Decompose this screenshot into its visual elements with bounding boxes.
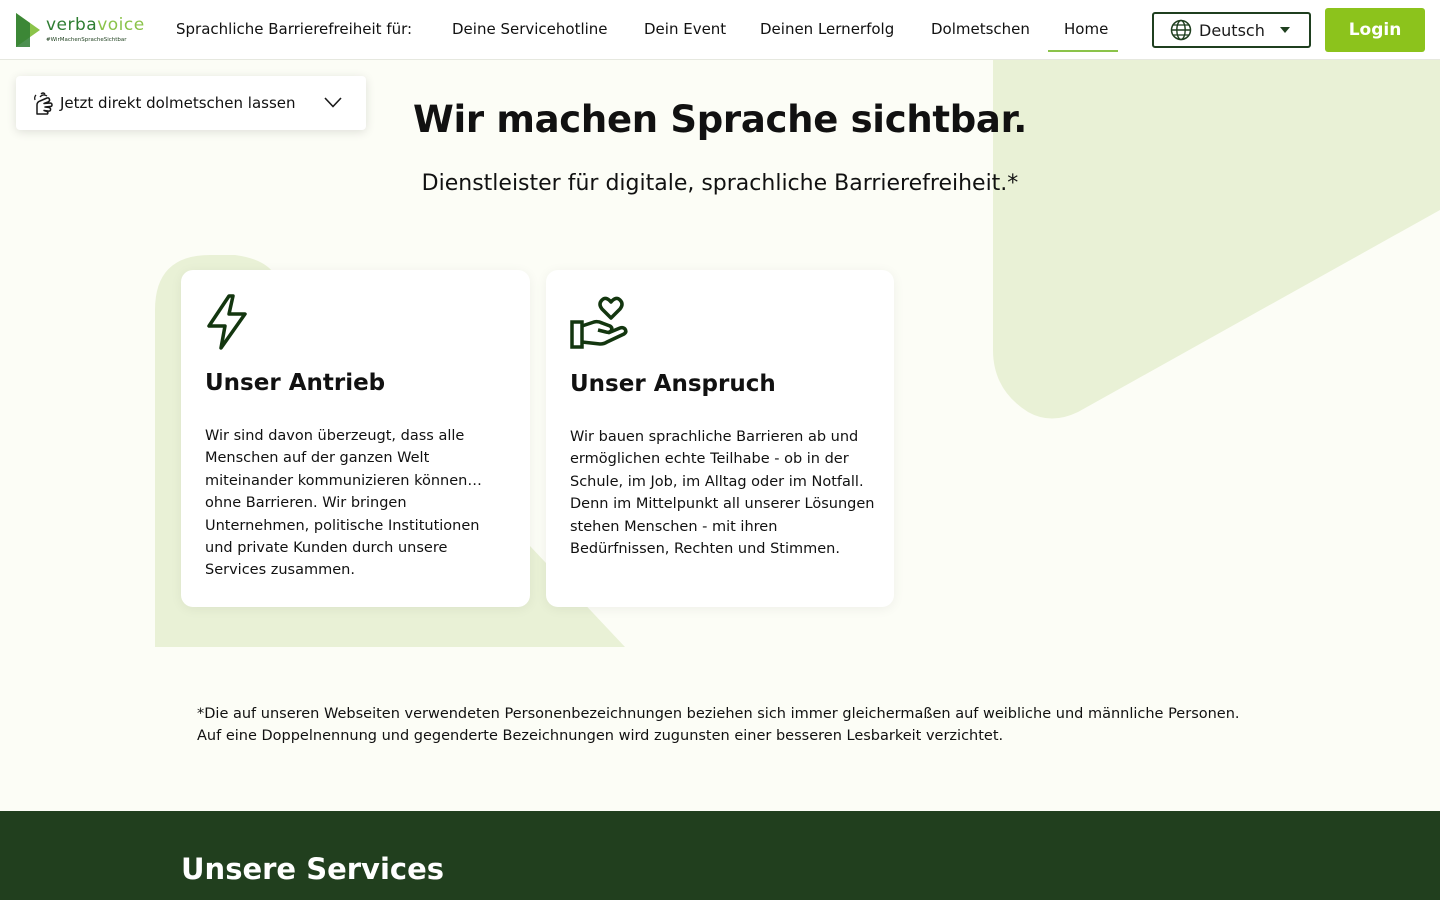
nav-intro-label: Sprachliche Barrierefreiheit für: [176, 20, 413, 38]
login-button[interactable]: Login [1325, 8, 1425, 52]
language-select[interactable]: Deutsch [1152, 12, 1311, 48]
direct-interpret-dropdown[interactable]: Jetzt direkt dolmetschen lassen [16, 76, 366, 130]
logo-triangle-icon [16, 13, 40, 47]
globe-icon [1170, 19, 1192, 41]
card-anspruch: Unser Anspruch Wir bauen sprachliche Bar… [546, 270, 894, 607]
nav-item-dolmetschen[interactable]: Dolmetschen [931, 20, 1030, 38]
verbavoice-logo[interactable]: verbavoice #WirMachenSpracheSichtbar [16, 12, 146, 48]
nav-item-home[interactable]: Home [1047, 20, 1119, 52]
logo-tagline: #WirMachenSpracheSichtbar [46, 37, 127, 43]
language-label: Deutsch [1199, 20, 1265, 40]
caret-down-icon [1279, 27, 1290, 33]
card-title: Unser Antrieb [205, 370, 386, 396]
nav-item-servicehotline[interactable]: Deine Servicehotline [452, 20, 608, 38]
card-antrieb: Unser Antrieb Wir sind davon überzeugt, … [181, 270, 530, 607]
nav-item-lernerfolg[interactable]: Deinen Lernerfolg [760, 20, 894, 38]
services-section: Unsere Services [0, 811, 1440, 900]
gender-footnote: *Die auf unseren Webseiten verwendeten P… [197, 706, 1240, 745]
logo-wordmark: verbavoice [46, 15, 145, 35]
nav-item-event[interactable]: Dein Event [644, 20, 726, 38]
sign-language-icon [34, 92, 53, 115]
chevron-down-icon [324, 97, 342, 108]
site-header: verbavoice #WirMachenSpracheSichtbar Spr… [0, 0, 1440, 60]
card-text: Wir bauen sprachliche Barrieren ab und e… [570, 429, 875, 558]
card-text: Wir sind davon überzeugt, dass alle Mens… [205, 428, 482, 579]
hero-subtitle: Dienstleister für digitale, sprachliche … [421, 171, 1019, 196]
card-title: Unser Anspruch [570, 371, 776, 397]
direct-interpret-label: Jetzt direkt dolmetschen lassen [60, 94, 296, 112]
services-title: Unsere Services [181, 852, 445, 886]
lightning-icon [207, 294, 247, 350]
heart-hand-icon [570, 296, 628, 349]
